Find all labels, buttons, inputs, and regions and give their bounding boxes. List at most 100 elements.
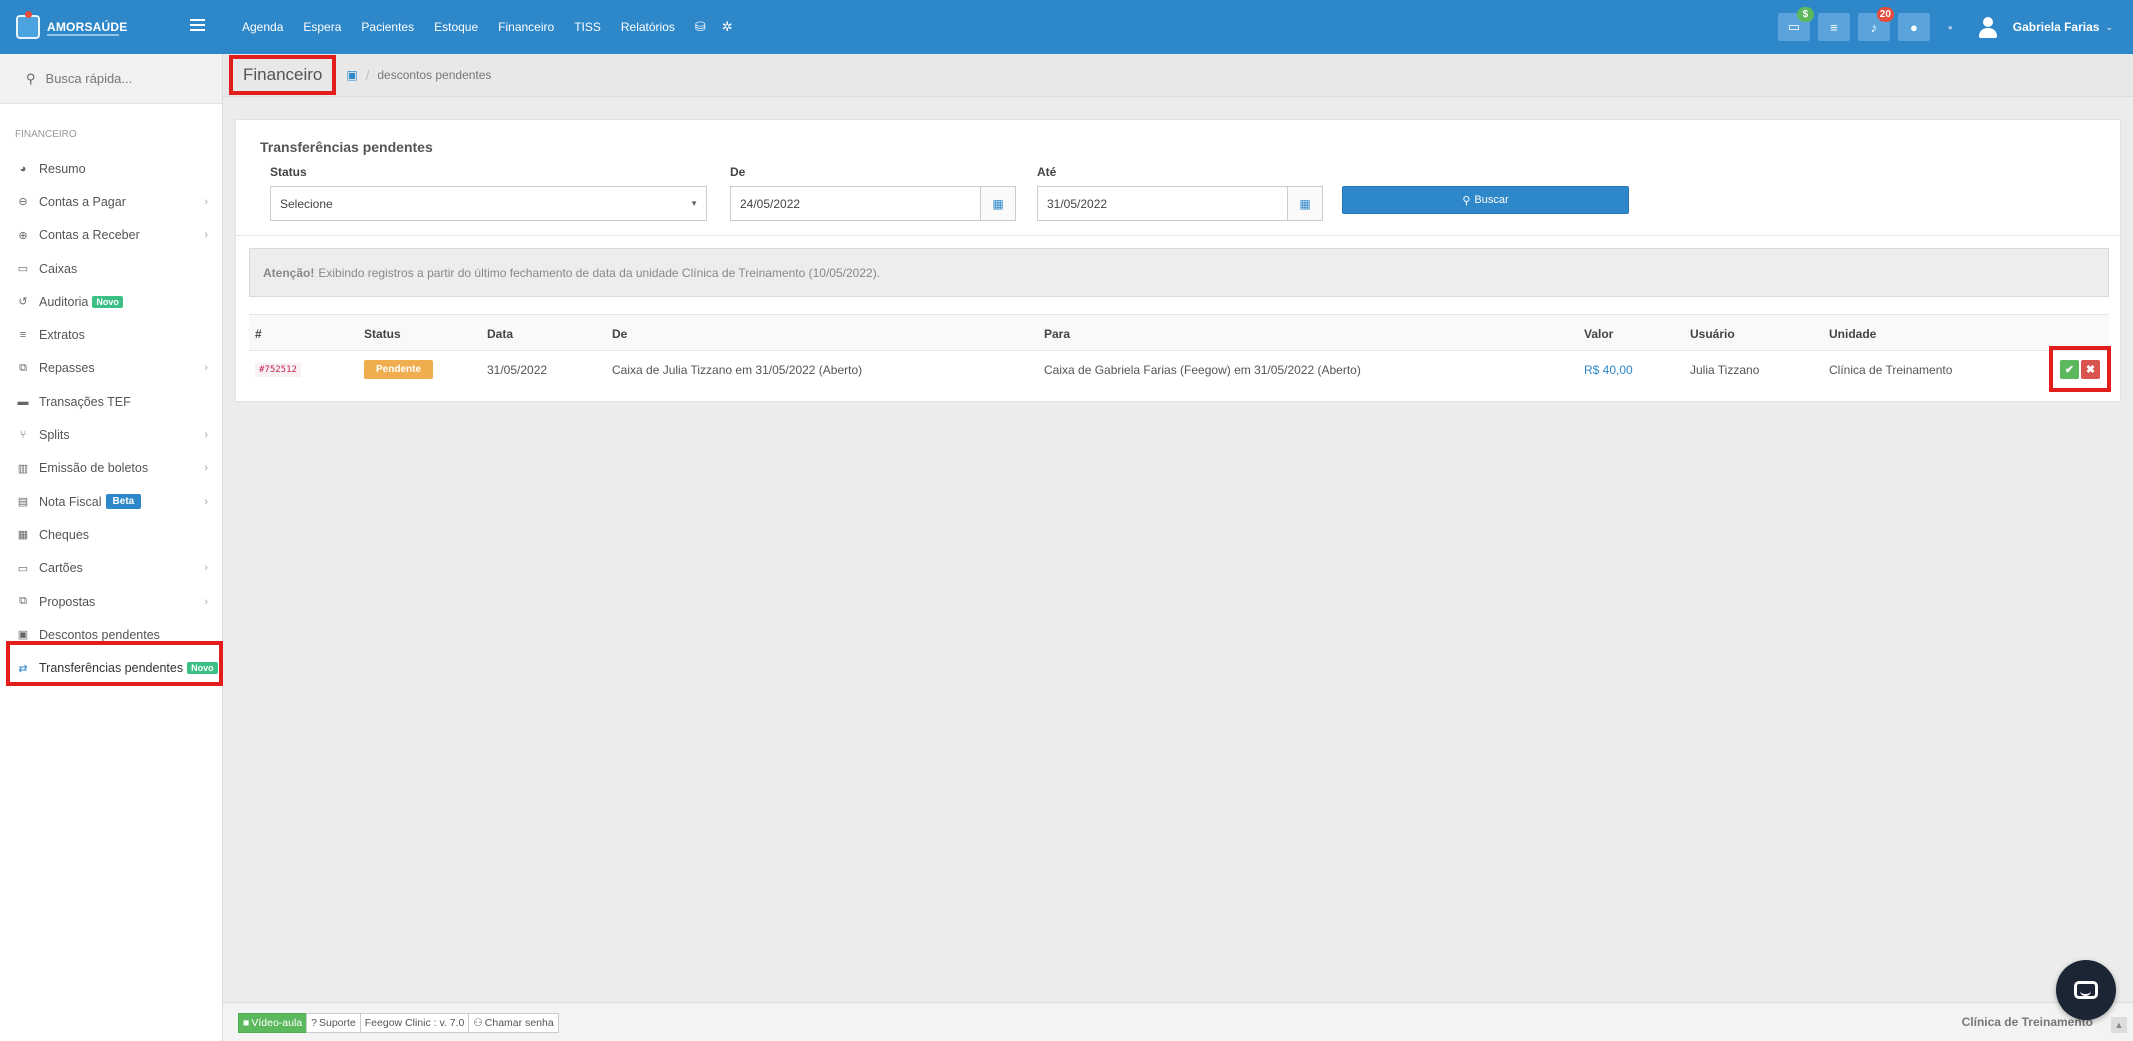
sidebar-item-cheques[interactable]: ▦ Cheques [0,518,222,551]
sidebar-item-label: Contas a Pagar [39,194,126,209]
sidebar-item-caixas[interactable]: ▭ Caixas [0,252,222,285]
sidebar-menu: ◕ Resumo ⊖ Contas a Pagar › ⊕ Contas a Receber… [0,152,222,685]
arrow-up-icon[interactable]: ▲ [2111,1017,2127,1033]
plus-circle-icon: ⊕ [18,229,28,242]
chevron-right-icon[interactable]: › [204,429,208,441]
divider [236,235,2122,236]
nav-estoque[interactable]: Estoque [434,20,478,34]
sidebar-item-label: Splits [39,428,70,443]
row-para: Caixa de Gabriela Farias (Feegow) em 31/… [1044,362,1361,377]
question-icon: ? [311,1017,317,1029]
sidebar-item-transações-tef[interactable]: ▬ Transações TEF [0,385,222,418]
top-navbar: AMORSAÚDE Agenda Espera Pacientes Estoqu… [0,0,2133,54]
status-select[interactable]: Selecione ▼ [270,186,707,221]
sidebar-item-emissão-de-boletos[interactable]: ▥ Emissão de boletos › [0,452,222,485]
col-valor: Valor [1584,326,1614,341]
col-usuario: Usuário [1690,326,1735,341]
row-id-code[interactable]: #752512 [255,362,301,377]
row-id[interactable]: #752512 [255,351,301,388]
chat-widget-button[interactable] [2056,960,2116,1020]
sidebar-item-label: Extratos [39,328,85,343]
avatar[interactable] [1977,16,1999,38]
nav-pacientes[interactable]: Pacientes [361,20,414,34]
check-money-icon: ▦ [17,529,29,542]
search-icon: ⚲ [1462,194,1471,207]
sidebar-item-nota-fiscal[interactable]: ▤ Nota Fiscal Beta › [0,485,222,518]
menu-toggle-icon[interactable] [190,19,205,31]
sidebar-item-label: Nota Fiscal [39,494,102,509]
calendar-icon[interactable]: ▦ [1287,187,1322,220]
nav-financeiro[interactable]: Financeiro [498,20,554,34]
highlight-box-transferencias [6,641,223,686]
breadcrumb: Financeiro ▣ / descontos pendentes [223,54,2133,97]
sidebar-item-auditoria[interactable]: ↺ Auditoria Novo [0,285,222,318]
file-icon: ▤ [17,496,29,509]
sidebar-item-repasses[interactable]: ⧉ Repasses › [0,352,222,385]
breadcrumb-separator: / [365,67,370,83]
chevron-right-icon[interactable]: › [204,229,208,241]
chevron-right-icon[interactable]: › [204,496,208,508]
sidebar-item-cartões[interactable]: ▭ Cartões › [0,552,222,585]
nav-agenda[interactable]: Agenda [242,20,283,34]
chamar-senha-button[interactable]: ⚇ Chamar senha [468,1013,559,1033]
status-select-value: Selecione [280,196,333,211]
col-id: # [255,326,262,341]
chevron-right-icon[interactable]: › [204,196,208,208]
sidebar-item-contas-a-receber[interactable]: ⊕ Contas a Receber › [0,219,222,252]
sidebar-item-resumo[interactable]: ◕ Resumo [0,152,222,185]
date-from-input[interactable]: 24/05/2022 ▦ [730,186,1016,221]
list-button[interactable]: ≡ [1817,13,1850,41]
col-unidade: Unidade [1829,326,1877,341]
chevron-right-icon[interactable]: › [204,462,208,474]
search-button[interactable]: ⚲ Buscar [1342,186,1629,214]
sidebar-item-label: Descontos pendentes [39,627,160,642]
inbox-icon: ▭ [17,263,29,276]
sidebar-item-label: Emissão de boletos [39,461,149,476]
sidebar: ⚲ Busca rápida... FINANCEIRO ◕ Resumo ⊖ Con… [0,54,223,1041]
search-icon: ⚲ [26,70,36,86]
date-to-input[interactable]: 31/05/2022 ▦ [1037,186,1323,221]
brand-name: AMORSAÚDE [47,20,128,34]
calendar-icon[interactable]: ▦ [980,187,1015,220]
split-icon: ⑂ [19,429,27,442]
money-badge: $ [1796,7,1814,22]
database-icon[interactable]: ⛁ [695,19,706,35]
sidebar-item-extratos[interactable]: ≡ Extratos [0,318,222,351]
footer: ■ Vídeo-aula ? Suporte Feegow Clinic : v… [223,1002,2133,1041]
cashier-button[interactable]: ▭ $ [1777,7,1814,41]
video-icon: ■ [243,1017,250,1029]
chevron-right-icon[interactable]: › [204,596,208,608]
chevron-down-icon[interactable]: ⌄ [2105,22,2113,33]
sidebar-item-splits[interactable]: ⑂ Splits › [0,418,222,451]
brand[interactable]: AMORSAÚDE [0,0,223,54]
users-icon: ⚇ [473,1017,483,1029]
chevron-right-icon[interactable]: › [204,362,208,374]
approve-button[interactable]: ✔ [2060,359,2079,379]
chat-button[interactable]: ● [1897,13,1930,41]
reject-button[interactable]: ✖ [2081,359,2100,379]
sidebar-item-contas-a-pagar[interactable]: ⊖ Contas a Pagar › [0,185,222,218]
minus-circle-icon: ⊖ [18,196,28,209]
sidebar-item-label: Caixas [39,261,78,276]
quick-search-placeholder[interactable]: Busca rápida... [46,71,133,86]
quick-search[interactable]: ⚲ Busca rápida... [0,54,222,104]
nav-tiss[interactable]: TISS [574,20,601,34]
suporte-button[interactable]: ? Suporte [306,1013,361,1033]
sidebar-item-label: Cartões [39,561,83,576]
table-row: #752512 Pendente 31/05/2022 Caixa de Jul… [249,346,2111,392]
top-right-actions: ▭ $ ≡ ♪ 20 ● ● Gabriela Farias ⌄ [1770,0,2113,54]
nav-espera[interactable]: Espera [303,20,341,34]
user-name[interactable]: Gabriela Farias [2013,20,2100,34]
sidebar-item-propostas[interactable]: ⧉ Propostas › [0,585,222,618]
ate-label: Até [1037,165,1057,179]
video-aula-button[interactable]: ■ Vídeo-aula [238,1013,308,1033]
nav-relatorios[interactable]: Relatórios [621,20,675,34]
beta-badge: Beta [105,494,142,510]
status-label: Status [270,165,307,179]
money-icon[interactable]: ▣ [346,68,357,82]
bell-icon: ♪ [1870,19,1878,35]
notifications-button[interactable]: ♪ 20 [1857,7,1894,41]
date-from-value: 24/05/2022 [740,196,801,211]
gear-icon[interactable]: ✲ [722,19,733,35]
chevron-right-icon[interactable]: › [204,562,208,574]
